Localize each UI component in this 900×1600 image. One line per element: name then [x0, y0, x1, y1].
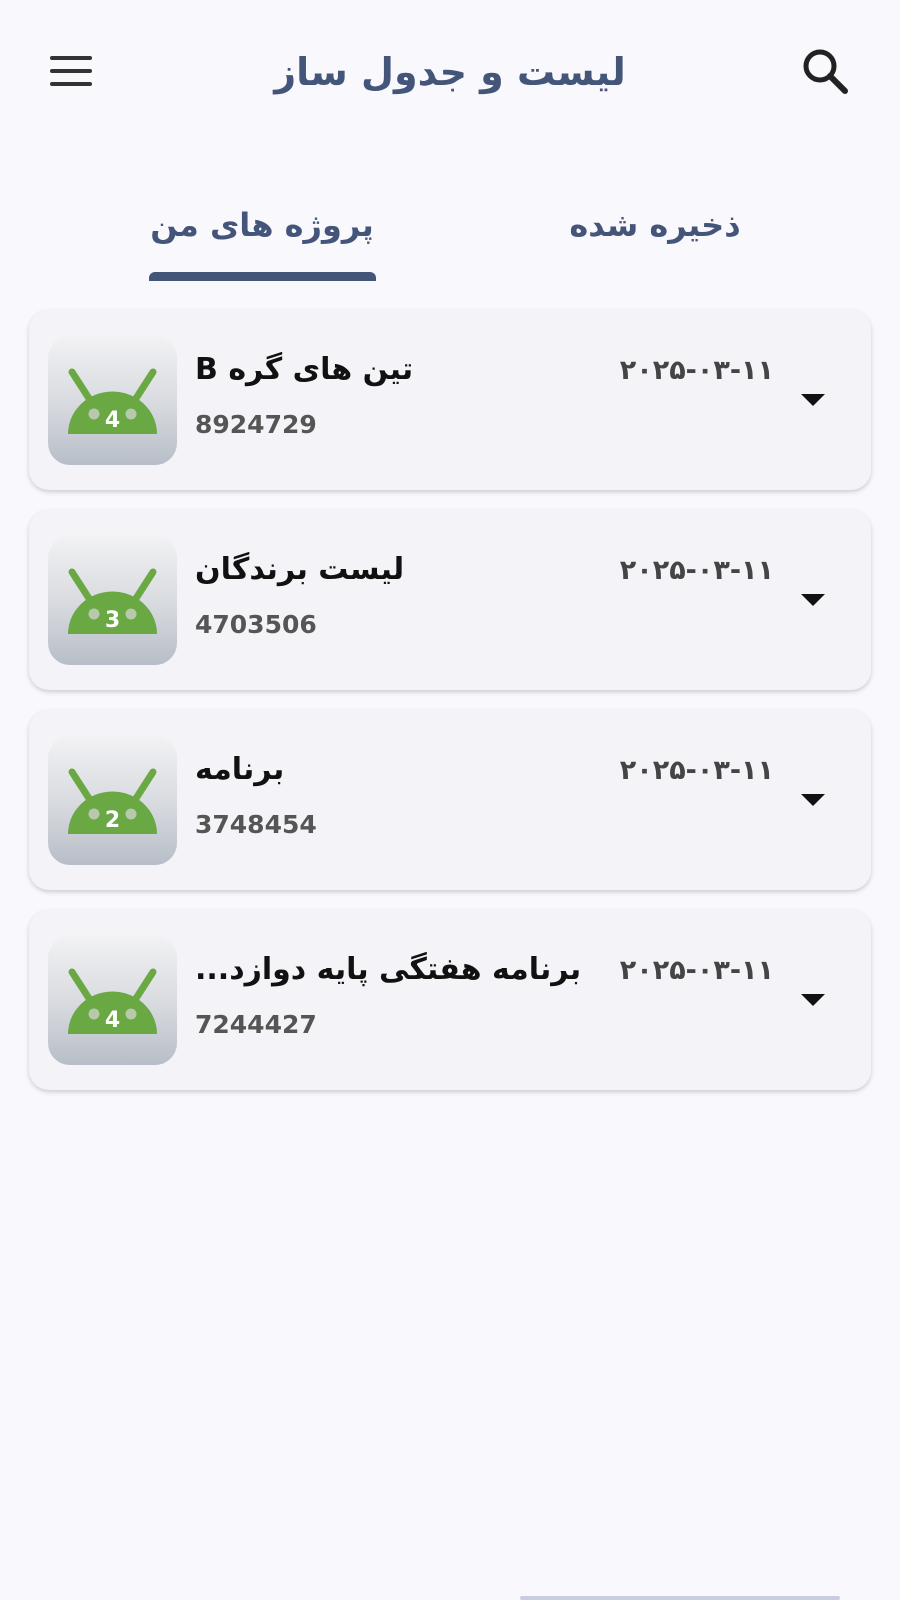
project-date: ۲۰۲۵-۰۳-۱۱: [619, 955, 774, 986]
project-card[interactable]: 4 تین های گره B 8924729 ۲۰۲۵-۰۳-۱۱: [29, 310, 871, 490]
project-title: لیست برندگان: [195, 552, 405, 587]
project-thumbnail: 4: [48, 336, 177, 465]
project-date: ۲۰۲۵-۰۳-۱۱: [619, 755, 774, 786]
chevron-down-icon: [801, 594, 825, 606]
project-card[interactable]: 4 برنامه هفتگی پایه دوازد... 7244427 ۲۰۲…: [29, 910, 871, 1090]
active-tab-indicator: [149, 272, 376, 281]
project-list: 4 تین های گره B 8924729 ۲۰۲۵-۰۳-۱۱ 3 لیس…: [29, 310, 871, 1110]
project-id: 3748454: [195, 810, 317, 839]
project-title: برنامه: [195, 752, 285, 787]
project-date: ۲۰۲۵-۰۳-۱۱: [619, 355, 774, 386]
android-robot-icon: [68, 368, 157, 434]
chevron-down-icon: [801, 794, 825, 806]
project-thumbnail: 3: [48, 536, 177, 665]
project-card[interactable]: 3 لیست برندگان 4703506 ۲۰۲۵-۰۳-۱۱: [29, 510, 871, 690]
expand-button[interactable]: [789, 582, 837, 618]
android-robot-icon: [68, 968, 157, 1034]
project-badge: 3: [104, 608, 121, 633]
project-title: برنامه هفتگی پایه دوازد...: [195, 952, 582, 987]
expand-button[interactable]: [789, 982, 837, 1018]
project-title: تین های گره B: [195, 352, 414, 387]
tab-saved[interactable]: ذخیره شده: [505, 180, 805, 285]
home-indicator: [520, 1596, 840, 1600]
chevron-down-icon: [801, 994, 825, 1006]
project-badge: 4: [104, 1008, 121, 1033]
screen: لیست و جدول ساز پروژه های من ذخیره شده 4…: [0, 0, 900, 1600]
expand-button[interactable]: [789, 782, 837, 818]
chevron-down-icon: [801, 394, 825, 406]
menu-button[interactable]: [46, 50, 96, 90]
project-thumbnail: 2: [48, 736, 177, 865]
project-id: 4703506: [195, 610, 317, 639]
project-card[interactable]: 2 برنامه 3748454 ۲۰۲۵-۰۳-۱۱: [29, 710, 871, 890]
project-badge: 2: [104, 808, 121, 833]
project-badge: 4: [104, 408, 121, 433]
search-button[interactable]: [800, 46, 852, 98]
top-app-bar: لیست و جدول ساز: [0, 0, 900, 145]
android-robot-icon: [68, 568, 157, 634]
android-robot-icon: [68, 768, 157, 834]
search-icon: [803, 49, 848, 94]
project-date: ۲۰۲۵-۰۳-۱۱: [619, 555, 774, 586]
project-id: 7244427: [195, 1010, 317, 1039]
project-id: 8924729: [195, 410, 317, 439]
page-title: لیست و جدول ساز: [274, 50, 626, 94]
tab-my-projects[interactable]: پروژه های من: [112, 180, 412, 285]
tab-bar: پروژه های من ذخیره شده: [0, 180, 900, 285]
project-thumbnail: 4: [48, 936, 177, 1065]
expand-button[interactable]: [789, 382, 837, 418]
